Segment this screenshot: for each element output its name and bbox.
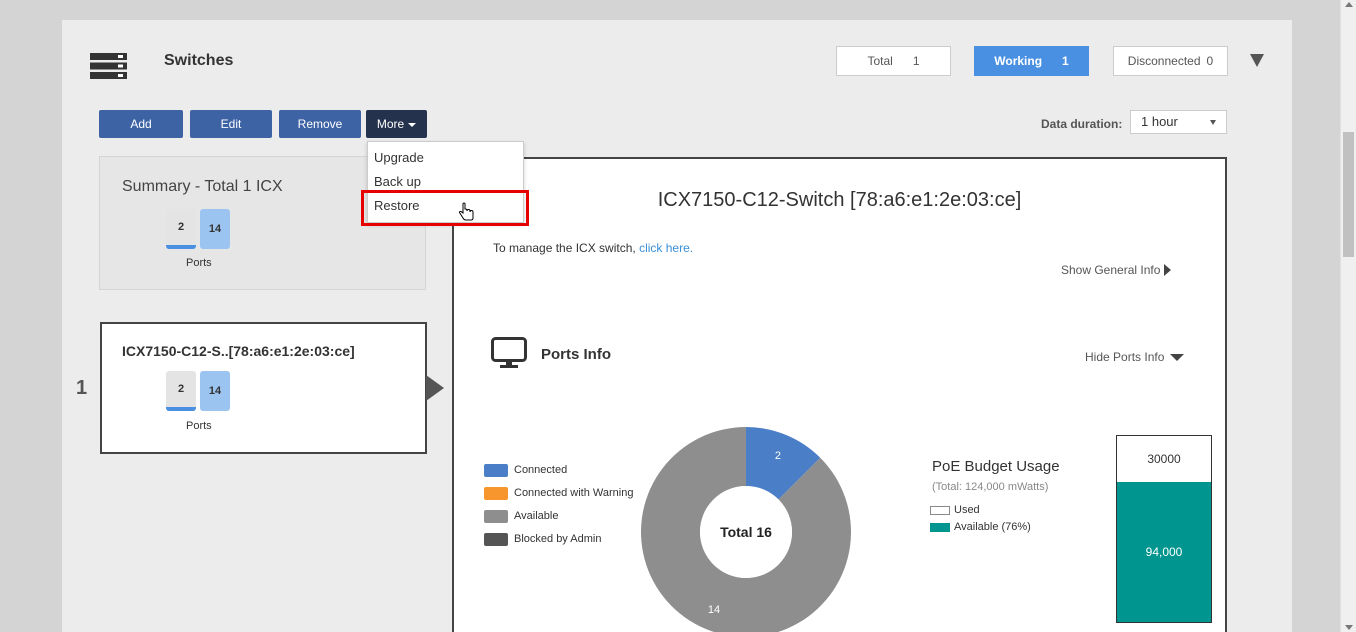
select-caret-icon <box>1210 120 1216 125</box>
collapse-triangle-icon[interactable] <box>1250 54 1264 67</box>
donut-center-label: Total 16 <box>720 524 772 540</box>
data-duration-select[interactable]: 1 hour <box>1130 110 1227 134</box>
switches-panel: Switches Total 1 Working 1 Disconnected … <box>62 20 1292 632</box>
poe-available-legend: Available (76%) <box>930 521 1031 533</box>
working-label: Working <box>994 54 1043 68</box>
expand-right-icon <box>1164 264 1172 276</box>
donut-data-label: 2 <box>775 450 781 462</box>
working-count-badge[interactable]: Working 1 <box>974 46 1089 76</box>
remove-button[interactable]: Remove <box>279 110 361 138</box>
summary-title: Summary - Total 1 ICX <box>122 178 283 195</box>
legend-swatch <box>484 509 508 523</box>
show-general-info-toggle[interactable]: Show General Info <box>1061 263 1172 277</box>
restore-highlight-box <box>361 190 529 226</box>
vertical-scrollbar[interactable] <box>1340 0 1356 632</box>
caret-down-icon <box>408 123 417 127</box>
ports-donut-chart: 2 14 Total 16 <box>641 427 851 632</box>
ports-info-title: Ports Info <box>541 346 611 363</box>
manage-link[interactable]: click here. <box>639 241 693 255</box>
menu-item-upgrade[interactable]: Upgrade <box>374 150 424 165</box>
data-duration-value: 1 hour <box>1141 114 1178 129</box>
legend-swatch <box>930 522 950 532</box>
legend-label: Connected with Warning <box>514 487 634 499</box>
legend-item: Blocked by Admin <box>484 531 633 547</box>
switch-detail-panel: ICX7150-C12-Switch [78:a6:e1:2e:03:ce] T… <box>452 157 1227 632</box>
disconnected-count-badge[interactable]: Disconnected 0 <box>1113 46 1228 76</box>
available-ports-bar: 14 <box>200 209 230 249</box>
ports-label: Ports <box>186 420 212 432</box>
legend-swatch <box>484 532 508 546</box>
hide-ports-info-label: Hide Ports Info <box>1085 350 1165 364</box>
legend-label: Blocked by Admin <box>514 533 602 545</box>
more-button-label: More <box>376 117 405 131</box>
collapse-down-icon <box>1170 353 1185 361</box>
hide-ports-info-toggle[interactable]: Hide Ports Info <box>1085 350 1185 364</box>
poe-used-segment: 30000 <box>1147 452 1181 466</box>
scroll-down-icon[interactable] <box>1345 625 1353 630</box>
switch-stack-icon <box>90 53 127 79</box>
monitor-icon <box>491 337 527 368</box>
selected-pointer-icon <box>426 375 444 401</box>
total-value: 1 <box>912 54 920 68</box>
working-value: 1 <box>1062 54 1069 68</box>
used-ports-bar: 2 <box>166 209 196 249</box>
legend-item: Connected with Warning <box>484 485 633 501</box>
ports-legend: Connected Connected with Warning Availab… <box>484 462 633 554</box>
show-general-info-label: Show General Info <box>1061 263 1161 277</box>
disconnected-value: 0 <box>1206 54 1214 68</box>
hand-pointer-icon <box>458 202 474 221</box>
legend-item: Connected <box>484 462 633 478</box>
device-name: ICX7150-C12-S..[78:a6:e1:2e:03:ce] <box>122 343 355 359</box>
legend-label: Used <box>954 504 980 516</box>
poe-used-legend: Used <box>930 504 980 516</box>
scroll-up-icon[interactable] <box>1345 2 1353 7</box>
poe-budget-title: PoE Budget Usage <box>932 458 1060 475</box>
poe-budget-bar: 30000 94,000 <box>1116 435 1212 623</box>
more-button[interactable]: More <box>366 110 427 138</box>
legend-label: Available (76%) <box>954 521 1031 533</box>
disconnected-label: Disconnected <box>1127 54 1201 68</box>
manage-text: To manage the ICX switch, <box>493 241 636 255</box>
legend-label: Available <box>514 510 559 522</box>
poe-available-segment: 94,000 <box>1117 482 1211 622</box>
poe-total-label: (Total: 124,000 mWatts) <box>932 481 1049 493</box>
used-ports-bar: 2 <box>166 371 196 411</box>
device-card[interactable]: ICX7150-C12-S..[78:a6:e1:2e:03:ce] 2 14 … <box>100 322 427 454</box>
ports-label: Ports <box>186 257 212 269</box>
manage-instructions: To manage the ICX switch, click here. <box>493 241 693 255</box>
legend-swatch <box>484 486 508 500</box>
total-count-badge[interactable]: Total 1 <box>836 46 951 76</box>
edit-button[interactable]: Edit <box>190 110 272 138</box>
available-ports-bar: 14 <box>200 371 230 411</box>
add-button[interactable]: Add <box>99 110 183 138</box>
data-duration-label: Data duration: <box>1041 117 1123 131</box>
legend-swatch <box>484 463 508 477</box>
switch-title: ICX7150-C12-Switch [78:a6:e1:2e:03:ce] <box>657 189 1022 211</box>
legend-swatch <box>930 505 950 515</box>
scrollbar-thumb[interactable] <box>1343 132 1354 257</box>
legend-label: Connected <box>514 464 568 476</box>
donut-data-label: 14 <box>708 604 720 616</box>
device-index: 1 <box>76 377 88 399</box>
legend-item: Available <box>484 508 633 524</box>
menu-item-back-up[interactable]: Back up <box>374 174 421 189</box>
total-label: Total <box>867 54 893 68</box>
page-title: Switches <box>164 52 234 69</box>
